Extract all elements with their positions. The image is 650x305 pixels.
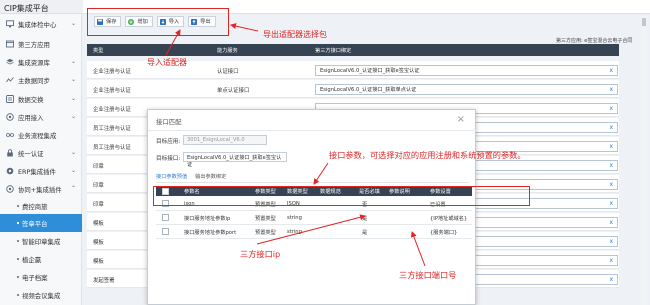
arrow-port xyxy=(410,231,426,267)
arrow-import-adapter xyxy=(165,29,181,56)
arrow-params xyxy=(313,162,329,185)
arrow-ip xyxy=(256,214,366,245)
annotation-arrows xyxy=(165,23,426,267)
arrow-select-package xyxy=(230,23,259,32)
